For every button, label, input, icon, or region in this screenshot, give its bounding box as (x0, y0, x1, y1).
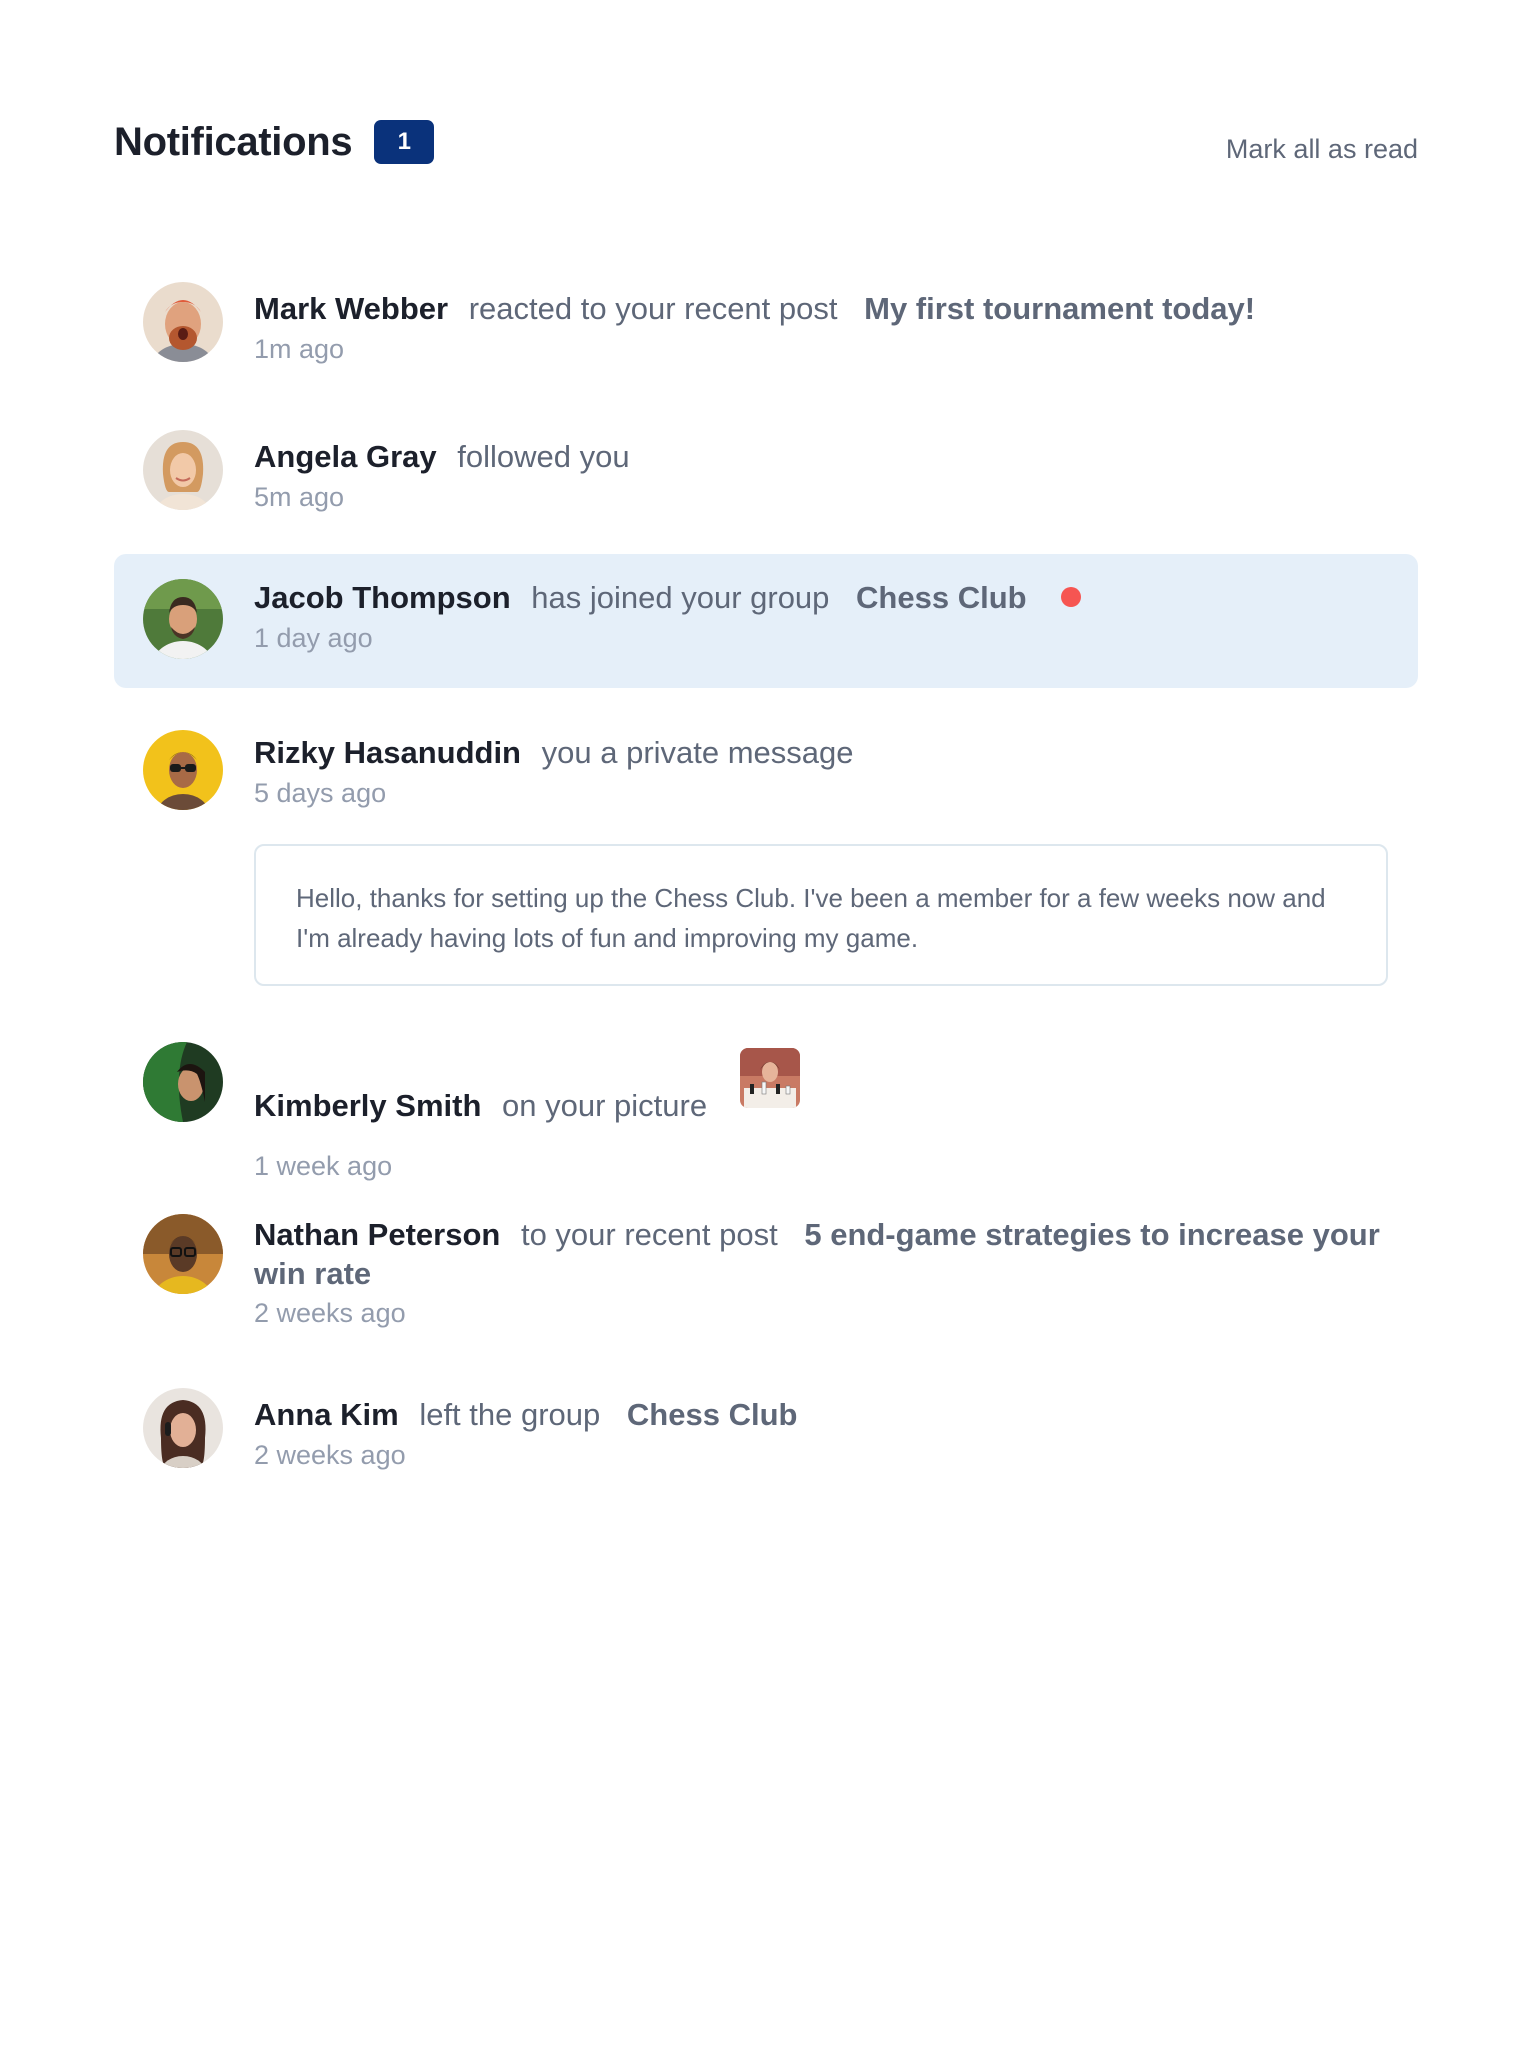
notification-item[interactable]: Kimberly Smith on your picture 1 week ag… (114, 1036, 1418, 1181)
user-name-link[interactable]: Jacob Thompson (254, 580, 511, 615)
avatar-nathan-peterson-icon (143, 1214, 223, 1294)
notifications-header: Notifications 1 Mark all as read (114, 112, 1418, 172)
avatar[interactable] (143, 282, 223, 362)
user-name-link[interactable]: Mark Webber (254, 291, 448, 326)
notification-text: Mark Webber reacted to your recent post … (254, 289, 1388, 329)
notification-content: Jacob Thompson has joined your group Che… (254, 578, 1388, 656)
action-text: to your recent post (520, 1217, 778, 1252)
notification-item[interactable]: Rizky Hasanuddin you a private message 5… (114, 702, 1418, 1002)
timestamp: 1 week ago (254, 1151, 393, 1181)
timestamp: 5m ago (254, 482, 345, 512)
avatar-mark-webber-icon (143, 282, 223, 362)
user-name-link[interactable]: Rizky Hasanuddin (254, 735, 521, 770)
action-text: left the group (419, 1397, 601, 1432)
avatar[interactable] (143, 579, 223, 659)
unread-dot-icon (1061, 586, 1082, 607)
post-link[interactable]: My first tournament today! (864, 291, 1255, 326)
avatar-anna-kim-icon (143, 1388, 223, 1468)
action-text: followed you (457, 439, 630, 474)
notification-content: Angela Gray followed you 5m ago (254, 437, 1388, 515)
timestamp: 2 weeks ago (254, 1298, 406, 1328)
avatar[interactable] (143, 730, 223, 810)
user-name-link[interactable]: Kimberly Smith (254, 1088, 481, 1123)
unread-count-badge: 1 (374, 120, 435, 164)
notification-text: Rizky Hasanuddin you a private message (254, 733, 1388, 773)
notification-text: Jacob Thompson has joined your group Che… (254, 578, 1388, 618)
avatar[interactable] (143, 1214, 223, 1294)
avatar-jacob-thompson-icon (143, 579, 223, 659)
picture-thumbnail[interactable] (739, 1048, 800, 1108)
notification-content: Rizky Hasanuddin you a private message 5… (254, 733, 1388, 811)
notification-item[interactable]: Angela Gray followed you 5m ago (114, 406, 1418, 526)
avatar-rizky-hasanuddin-icon (143, 730, 223, 810)
group-link[interactable]: Chess Club (856, 580, 1027, 615)
action-text: you a private message (541, 735, 854, 770)
notification-item[interactable]: Nathan Peterson to your recent post 5 en… (114, 1186, 1418, 1336)
chess-picture-icon (739, 1048, 800, 1108)
notification-content: Kimberly Smith on your picture 1 week ag… (254, 1048, 1388, 1184)
notification-content: Nathan Peterson to your recent post 5 en… (254, 1215, 1388, 1331)
notifications-page: Notifications 1 Mark all as read Mark We… (0, 0, 1536, 2047)
action-text: reacted to your recent post (468, 291, 838, 326)
timestamp: 5 days ago (254, 778, 387, 808)
notification-text: Anna Kim left the group Chess Club (254, 1395, 1388, 1435)
avatar[interactable] (143, 430, 223, 510)
avatar[interactable] (143, 1388, 223, 1468)
mark-all-as-read-button[interactable]: Mark all as read (1226, 134, 1418, 165)
avatar-angela-gray-icon (143, 430, 223, 510)
action-text: has joined your group (531, 580, 830, 615)
notification-text: Kimberly Smith on your picture (254, 1048, 1388, 1146)
notification-item-unread[interactable]: Jacob Thompson has joined your group Che… (114, 554, 1418, 688)
timestamp: 1 day ago (254, 623, 373, 653)
page-title: Notifications (114, 119, 353, 164)
avatar-kimberly-smith-icon (143, 1042, 223, 1122)
notification-text: Nathan Peterson to your recent post 5 en… (254, 1215, 1388, 1293)
timestamp: 1m ago (254, 334, 345, 364)
notification-item[interactable]: Anna Kim left the group Chess Club 2 wee… (114, 1364, 1418, 1484)
user-name-link[interactable]: Angela Gray (254, 439, 437, 474)
timestamp: 2 weeks ago (254, 1440, 406, 1470)
title-wrap: Notifications 1 (114, 119, 435, 165)
avatar[interactable] (143, 1042, 223, 1122)
notification-content: Mark Webber reacted to your recent post … (254, 289, 1388, 367)
user-name-link[interactable]: Anna Kim (254, 1397, 399, 1432)
action-text: on your picture (502, 1088, 708, 1123)
private-message-box[interactable]: Hello, thanks for setting up the Chess C… (254, 844, 1388, 986)
notification-item[interactable]: Mark Webber reacted to your recent post … (114, 258, 1418, 378)
notification-content: Anna Kim left the group Chess Club 2 wee… (254, 1395, 1388, 1473)
group-link[interactable]: Chess Club (627, 1397, 798, 1432)
user-name-link[interactable]: Nathan Peterson (254, 1217, 500, 1252)
notification-text: Angela Gray followed you (254, 437, 1388, 477)
